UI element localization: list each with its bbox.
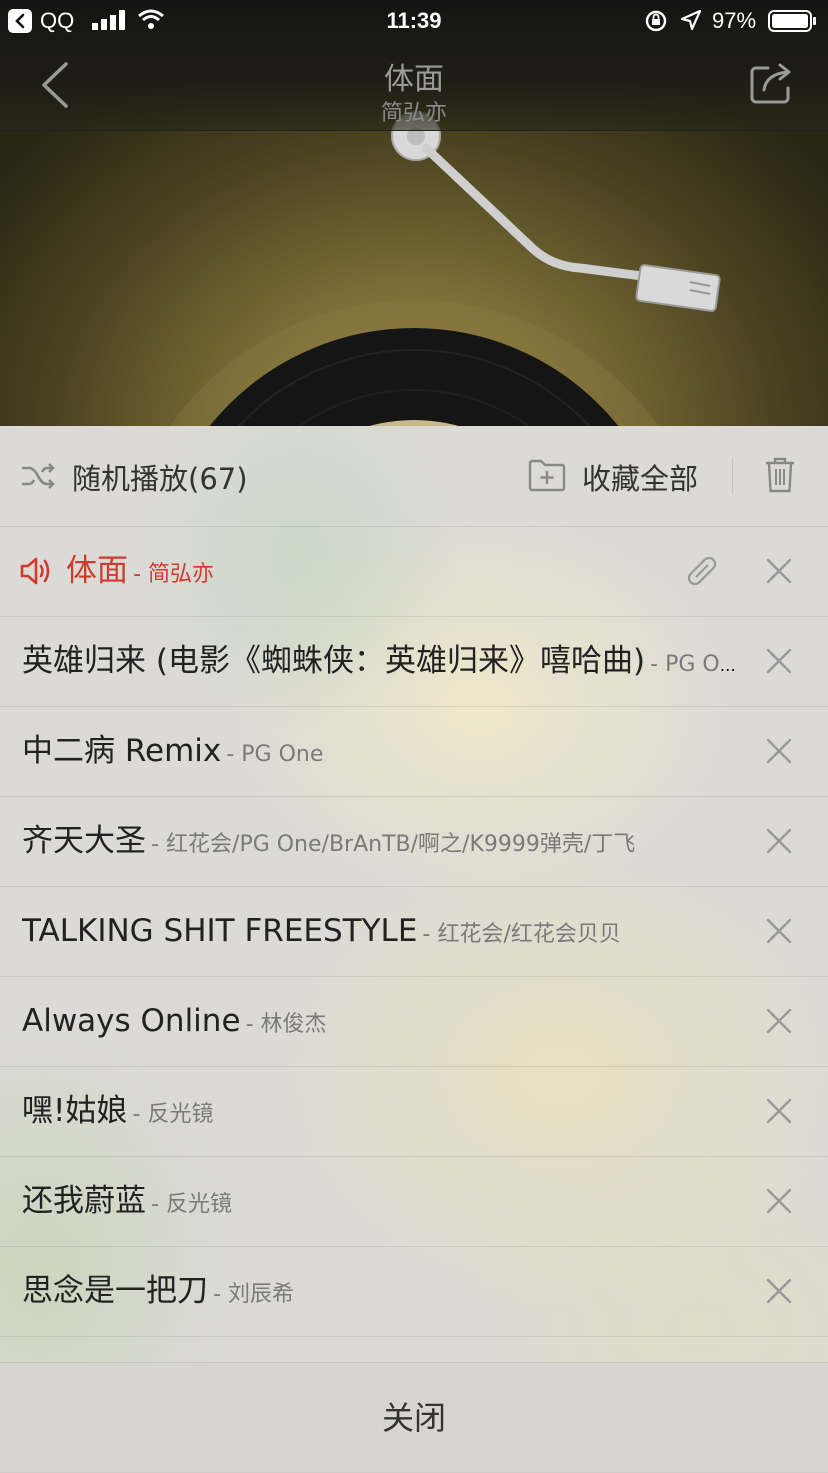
song-artist: - 红花会/PG One/BrAnTB/啊之/K9999弹壳/丁飞 [151,832,636,857]
remove-song-icon[interactable] [766,738,792,764]
remove-song-icon[interactable] [766,1188,792,1214]
battery-icon [768,10,816,32]
song-row[interactable]: Always Online - 林俊杰 [0,977,828,1067]
song-title: 英雄归来 (电影《蜘蛛侠：英雄归来》嘻哈曲) [22,643,646,679]
song-artist: - PG One [226,742,324,767]
song-artist: - 简弘亦 [133,562,215,587]
remove-song-icon[interactable] [766,1278,792,1304]
song-title: 还我蔚蓝 [22,1183,146,1219]
tonearm-image [391,111,721,312]
song-row[interactable]: 中二病 Remix - PG One [0,707,828,797]
song-row[interactable]: 思念是一把刀 - 刘辰希 [0,1247,828,1337]
speaker-icon [20,557,50,585]
song-artist: - 反光镜 [132,1102,214,1127]
song-row-playing[interactable]: 体面 - 简弘亦 [0,527,828,617]
remove-song-icon[interactable] [766,1008,792,1034]
song-title: Always Online [22,1003,241,1039]
collect-all-button[interactable]: 收藏全部 [582,456,698,498]
song-artist: - 红花会/红花会贝贝 [422,922,621,947]
share-icon[interactable] [750,62,794,106]
song-row[interactable]: 嘿!姑娘 - 反光镜 [0,1067,828,1157]
song-title: 体面 [66,553,128,589]
remove-song-icon[interactable] [766,918,792,944]
close-bar[interactable]: 关闭 [0,1362,828,1473]
clock: 11:39 [386,8,442,33]
close-button[interactable]: 关闭 [0,1363,828,1473]
status-bar: QQ 11:39 97% [0,0,828,44]
song-row[interactable]: 齐天大圣 - 红花会/PG One/BrAnTB/啊之/K9999弹壳/丁飞 [0,797,828,887]
rotation-lock-icon [645,10,667,32]
song-artist: - PG One [650,652,738,677]
song-title: TALKING SHIT FREESTYLE [22,913,418,949]
playlist-header: 随机播放(67) 收藏全部 [0,426,828,527]
remove-song-icon[interactable] [766,648,792,674]
song-title: 中二病 Remix [22,733,222,769]
header-divider [732,458,733,494]
link-icon[interactable] [684,553,720,589]
shuffle-play-button[interactable]: 随机播放(67) [72,456,248,498]
artist-name[interactable]: 简弘亦 [0,95,828,127]
shuffle-icon[interactable] [20,460,56,492]
song-title: 嘿!姑娘 [22,1093,128,1129]
playlist-sheet: 随机播放(67) 收藏全部 体面 - 简弘亦 英雄归来 (电影《蜘蛛侠：英雄归来… [0,426,828,1473]
remove-song-icon[interactable] [766,558,792,584]
song-title: 齐天大圣 [22,823,146,859]
trash-icon[interactable] [764,456,796,494]
song-artist: - 林俊杰 [245,1012,327,1037]
location-icon [680,9,702,31]
battery-percent: 97% [712,8,757,33]
folder-add-icon[interactable] [528,458,566,492]
remove-song-icon[interactable] [766,1098,792,1124]
song-row[interactable]: 英雄归来 (电影《蜘蛛侠：英雄归来》嘻哈曲) - PG One [0,617,828,707]
song-artist: - 反光镜 [151,1192,233,1217]
song-artist: - 刘辰希 [213,1282,295,1307]
song-title: 体面 [384,62,444,97]
song-list: 体面 - 简弘亦 英雄归来 (电影《蜘蛛侠：英雄归来》嘻哈曲) - PG One [0,527,828,1337]
song-row[interactable]: 还我蔚蓝 - 反光镜 [0,1157,828,1247]
remove-song-icon[interactable] [766,828,792,854]
song-row[interactable]: TALKING SHIT FREESTYLE - 红花会/红花会贝贝 [0,887,828,977]
song-title: 思念是一把刀 [22,1273,208,1309]
